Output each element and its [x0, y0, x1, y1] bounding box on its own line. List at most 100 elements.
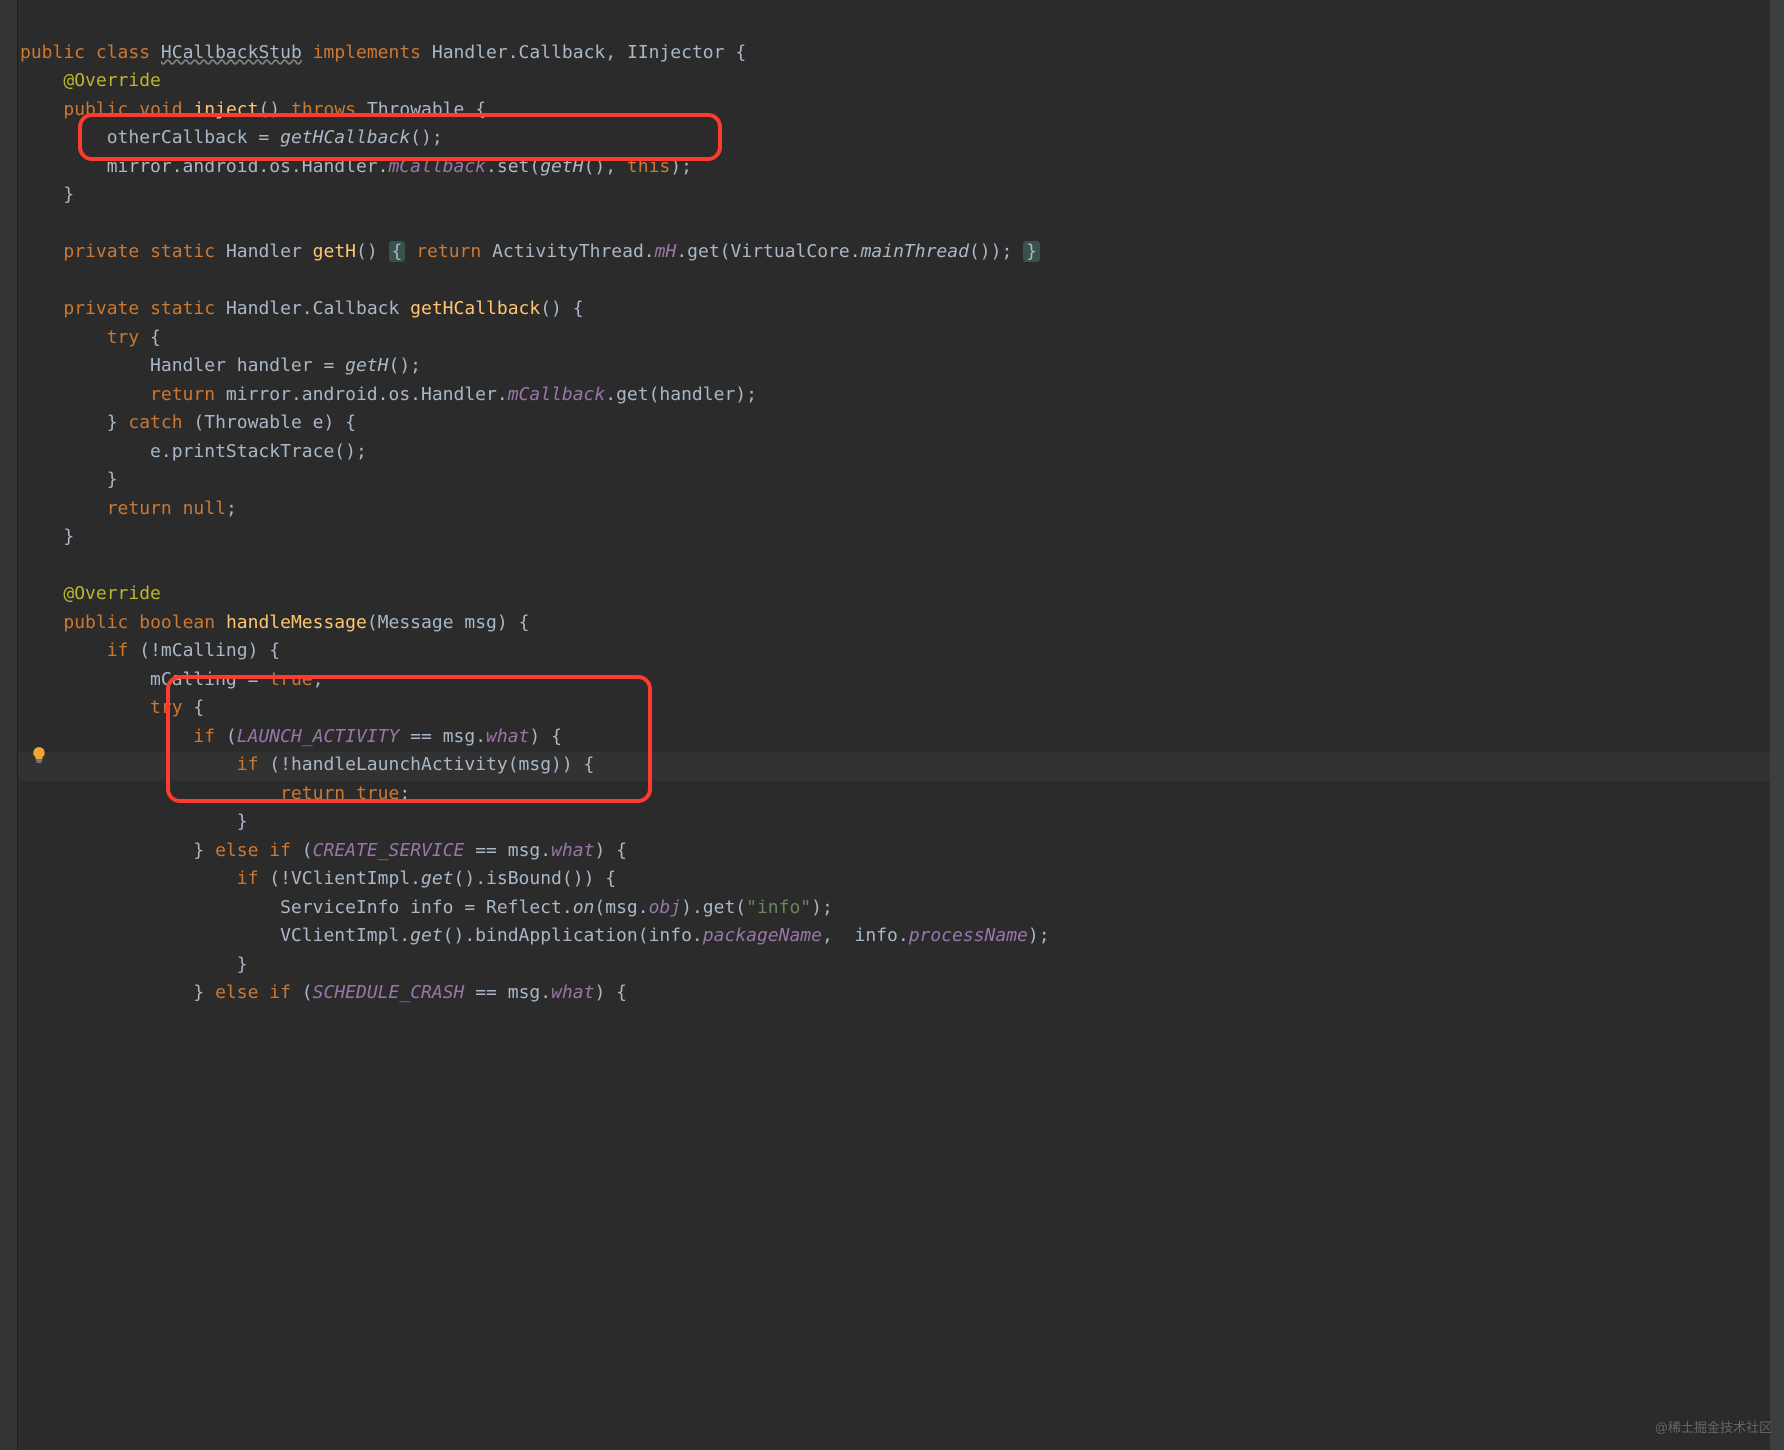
method-call: handleLaunchActivity: [291, 754, 508, 775]
field: obj: [649, 897, 682, 918]
statement: e.printStackTrace();: [150, 441, 367, 462]
type: VClientImpl.: [291, 868, 421, 889]
string: "info": [746, 897, 811, 918]
keyword: if: [237, 754, 259, 775]
expr: msg.: [508, 982, 551, 1003]
keyword: public: [20, 42, 85, 63]
annotation: @Override: [63, 70, 161, 91]
keyword: else: [215, 840, 258, 861]
class-name: HCallbackStub: [161, 42, 302, 63]
type: ActivityThread.: [492, 241, 655, 262]
keyword: true: [356, 783, 399, 804]
keyword: return: [416, 241, 481, 262]
keyword: private: [63, 241, 139, 262]
field: packageName: [703, 925, 822, 946]
method-call: .get(: [676, 241, 730, 262]
keyword: if: [269, 840, 291, 861]
field: mCallback: [508, 384, 606, 405]
constant: LAUNCH_ACTIVITY: [237, 726, 400, 747]
keyword: null: [183, 498, 226, 519]
keyword: implements: [313, 42, 421, 63]
method-call: .bindApplication(info.: [464, 925, 702, 946]
type: Handler.Callback: [432, 42, 605, 63]
keyword: true: [269, 669, 312, 690]
method-call: mainThread: [861, 241, 969, 262]
operator: ==: [464, 840, 507, 861]
gutter: [0, 0, 18, 1450]
operator: ==: [399, 726, 442, 747]
field: what: [551, 840, 594, 861]
keyword: catch: [128, 412, 182, 433]
method-call: .get(handler);: [605, 384, 757, 405]
package: mirror.android.os.Handler.: [107, 156, 389, 177]
keyword: return: [150, 384, 215, 405]
method-name: handleMessage: [226, 612, 367, 633]
field: mH: [655, 241, 677, 262]
text: , info.: [822, 925, 909, 946]
param: Throwable e: [204, 412, 323, 433]
method-name: inject: [193, 99, 258, 120]
method-call: get: [410, 925, 443, 946]
method-call: on: [573, 897, 595, 918]
keyword: if: [193, 726, 215, 747]
args: (msg.: [594, 897, 648, 918]
field: processName: [909, 925, 1028, 946]
method-call: get: [421, 868, 454, 889]
type: IInjector: [627, 42, 725, 63]
keyword: return: [107, 498, 172, 519]
keyword: if: [269, 982, 291, 1003]
fold-marker[interactable]: {: [389, 241, 406, 262]
constant: SCHEDULE_CRASH: [313, 982, 465, 1003]
keyword: boolean: [139, 612, 215, 633]
package: mirror.android.os.Handler.: [226, 384, 508, 405]
keyword: static: [150, 298, 215, 319]
keyword: throws: [291, 99, 356, 120]
operator: ==: [464, 982, 507, 1003]
method-call: getHCallback: [280, 127, 410, 148]
param: Message msg: [378, 612, 497, 633]
code-editor[interactable]: public class HCallbackStub implements Ha…: [0, 0, 1784, 1018]
keyword: public: [63, 99, 128, 120]
field: mCalling: [150, 669, 237, 690]
keyword: try: [107, 327, 140, 348]
type: VirtualCore.: [731, 241, 861, 262]
keyword: else: [215, 982, 258, 1003]
method-name: getH: [313, 241, 356, 262]
keyword: if: [237, 868, 259, 889]
field: otherCallback: [107, 127, 248, 148]
keyword: if: [107, 640, 129, 661]
keyword: try: [150, 697, 183, 718]
condition: (!mCalling) {: [139, 640, 280, 661]
type: Handler: [226, 241, 302, 262]
right-rail[interactable]: [1770, 0, 1784, 1450]
method-call: .isBound()) {: [475, 868, 616, 889]
keyword: this: [627, 156, 670, 177]
keyword: void: [139, 99, 182, 120]
field: what: [486, 726, 529, 747]
field: mCallback: [388, 156, 486, 177]
method-name: getHCallback: [410, 298, 540, 319]
field: what: [551, 982, 594, 1003]
method-call: getH: [540, 156, 583, 177]
constant: CREATE_SERVICE: [313, 840, 465, 861]
type: Throwable: [367, 99, 465, 120]
keyword: private: [63, 298, 139, 319]
type: Handler.Callback: [226, 298, 399, 319]
keyword: public: [63, 612, 128, 633]
annotation: @Override: [63, 583, 161, 604]
keyword: return: [280, 783, 345, 804]
type: VClientImpl.: [280, 925, 410, 946]
watermark: @稀土掘金技术社区: [1655, 1414, 1772, 1443]
expr: msg.: [443, 726, 486, 747]
lightbulb-icon[interactable]: [30, 745, 48, 763]
var-decl: ServiceInfo info = Reflect.: [280, 897, 573, 918]
method-call: .get(: [692, 897, 746, 918]
method-call: getH: [345, 355, 388, 376]
keyword: static: [150, 241, 215, 262]
method-call: .set(: [486, 156, 540, 177]
keyword: class: [96, 42, 150, 63]
var-decl: Handler handler =: [150, 355, 345, 376]
operator: =: [248, 127, 281, 148]
fold-marker[interactable]: }: [1023, 241, 1040, 262]
args: (msg)) {: [508, 754, 595, 775]
